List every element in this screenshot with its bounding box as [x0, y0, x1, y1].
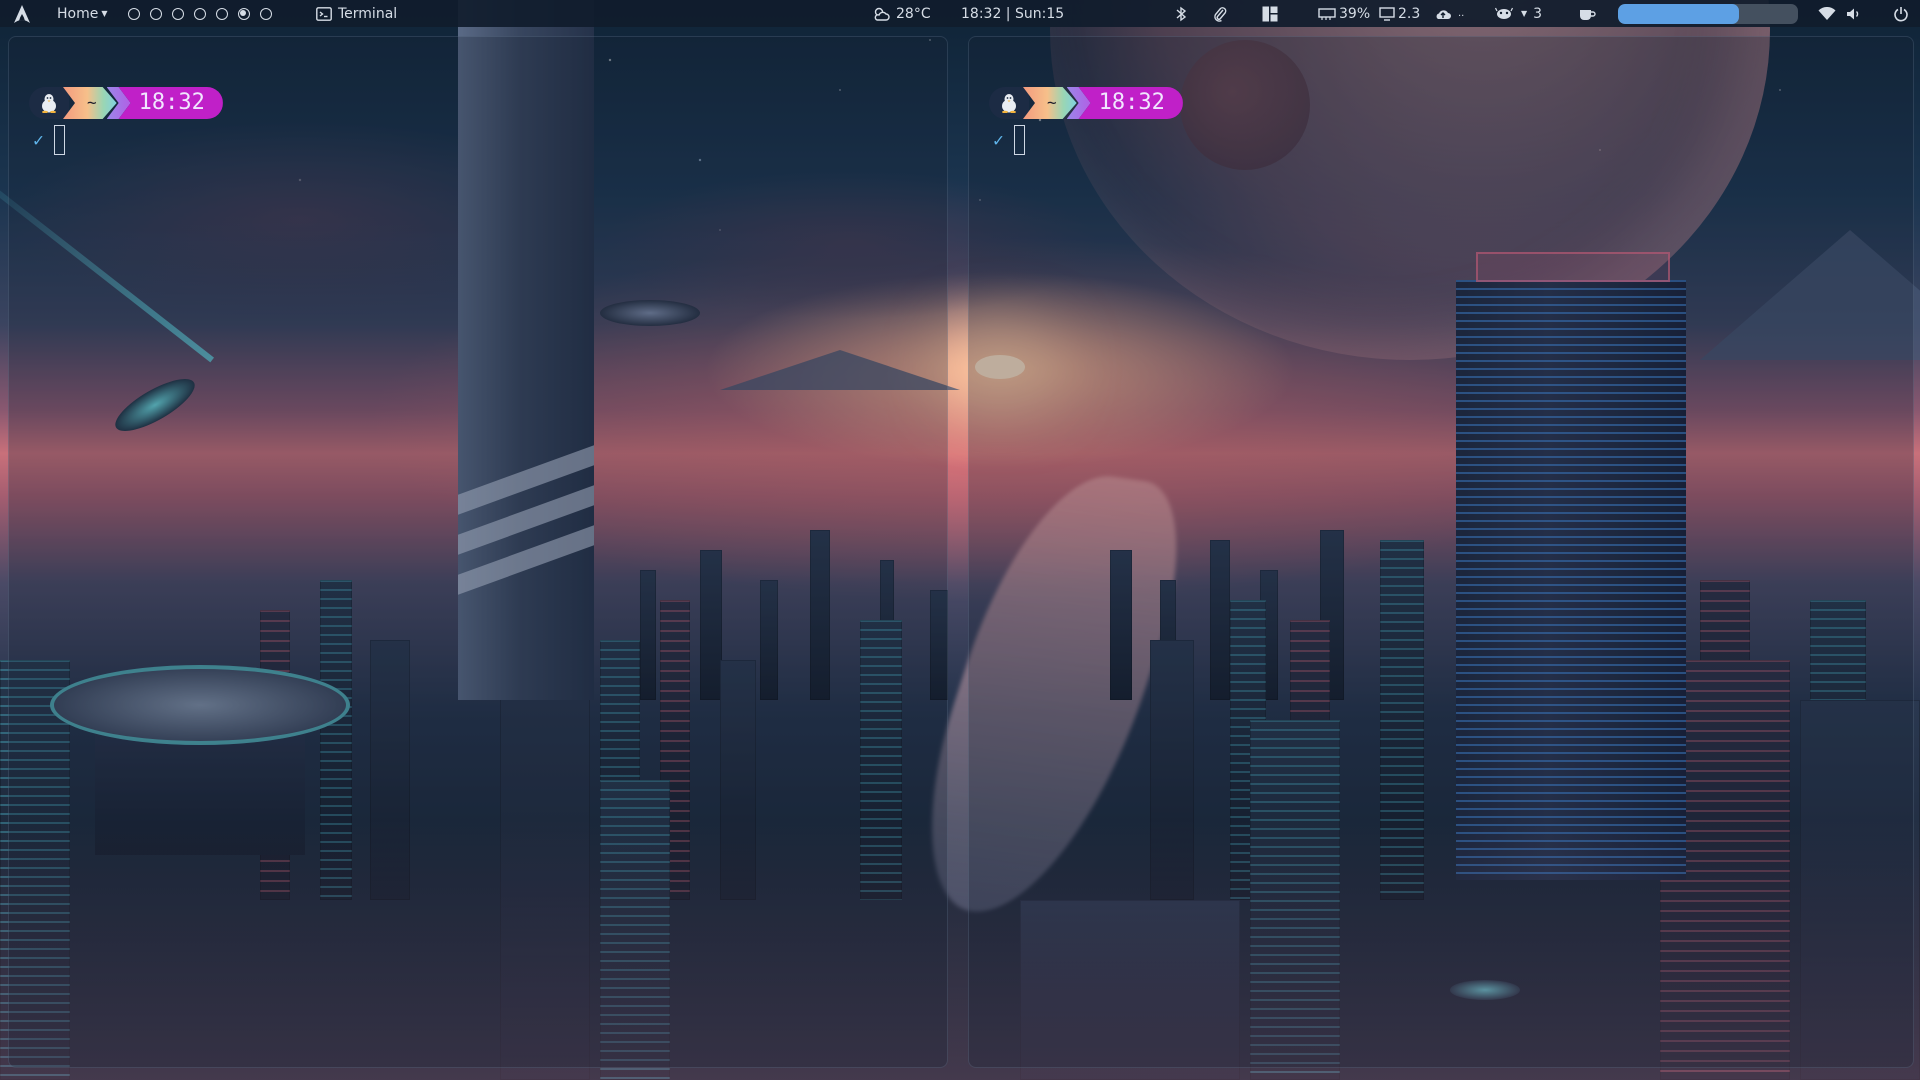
- workspace-2-button[interactable]: [150, 7, 162, 20]
- cloud-widget[interactable]: ..: [1434, 0, 1464, 27]
- volume-slider-fill: [1618, 4, 1739, 24]
- input-line[interactable]: ✓: [993, 123, 1025, 157]
- text-cursor: [53, 125, 65, 155]
- workspace-switcher: [128, 0, 272, 27]
- updates-widget[interactable]: ▼ 3: [1495, 0, 1542, 27]
- weather-cloud-sun-icon: [874, 7, 890, 21]
- home-menu-label: Home: [57, 5, 99, 22]
- tux-icon: [989, 87, 1029, 119]
- weather-widget[interactable]: 28°C: [872, 0, 931, 27]
- prompt-directory: ~: [1023, 87, 1077, 119]
- tux-icon: [29, 87, 69, 119]
- terminal-window-left[interactable]: ~ 18:32 ✓: [8, 36, 948, 1068]
- caret-down-icon: ▼: [101, 9, 108, 18]
- layout-tile-icon[interactable]: [1262, 0, 1278, 27]
- paperclip-icon[interactable]: [1213, 0, 1227, 27]
- prompt-time: 18:32: [1078, 87, 1183, 119]
- workspace-3-button[interactable]: [172, 7, 184, 20]
- updates-count: 3: [1533, 5, 1543, 22]
- memory-widget[interactable]: 39%: [1318, 0, 1370, 27]
- prompt-directory: ~: [63, 87, 117, 119]
- active-window-button[interactable]: Terminal: [316, 0, 397, 27]
- shell-prompt: ~ 18:32: [989, 87, 1183, 119]
- workspace-4-button[interactable]: [194, 7, 206, 20]
- bluetooth-icon[interactable]: [1175, 0, 1187, 27]
- clock-text: 18:32 | Sun:15: [961, 5, 1065, 22]
- volume-slider[interactable]: [1618, 4, 1798, 24]
- speaker-icon[interactable]: [1846, 0, 1862, 27]
- wifi-icon[interactable]: [1818, 0, 1836, 27]
- cpu-text: 2.3: [1398, 5, 1421, 22]
- workspace-7-button[interactable]: [260, 7, 272, 20]
- cloud-dots: ..: [1458, 8, 1465, 19]
- text-cursor: [1013, 125, 1025, 155]
- clock[interactable]: 18:32 | Sun:15: [961, 0, 1064, 27]
- input-line[interactable]: ✓: [33, 123, 65, 157]
- power-icon[interactable]: [1893, 0, 1909, 27]
- terminal-icon: [316, 6, 332, 21]
- active-window-title: Terminal: [338, 5, 398, 22]
- terminal-window-right[interactable]: ~ 18:32 ✓: [968, 36, 1914, 1068]
- shell-prompt: ~ 18:32: [29, 87, 223, 119]
- cpu-widget[interactable]: 2.3: [1379, 0, 1420, 27]
- workspace-1-button[interactable]: [128, 7, 140, 20]
- workspace-5-button[interactable]: [216, 7, 228, 20]
- workspace-6-button[interactable]: [238, 7, 250, 20]
- memory-text: 39%: [1339, 5, 1371, 22]
- prompt-time: 18:32: [118, 87, 223, 119]
- monitor-icon: [1379, 6, 1395, 21]
- checkmark-icon: ✓: [993, 129, 1004, 151]
- coffee-cup-icon[interactable]: [1578, 0, 1596, 27]
- checkmark-icon: ✓: [33, 129, 44, 151]
- package-icon: [1495, 7, 1513, 19]
- weather-text: 28°C: [896, 5, 931, 22]
- top-panel: Home ▼ Terminal 28°C 18:32 | Sun:15 39% …: [0, 0, 1920, 27]
- home-menu-button[interactable]: Home ▼: [57, 0, 108, 27]
- ram-icon: [1318, 7, 1336, 20]
- arch-linux-icon[interactable]: [14, 0, 30, 27]
- caret-down-icon: ▼: [1521, 9, 1528, 18]
- cloud-upload-icon: [1436, 9, 1451, 19]
